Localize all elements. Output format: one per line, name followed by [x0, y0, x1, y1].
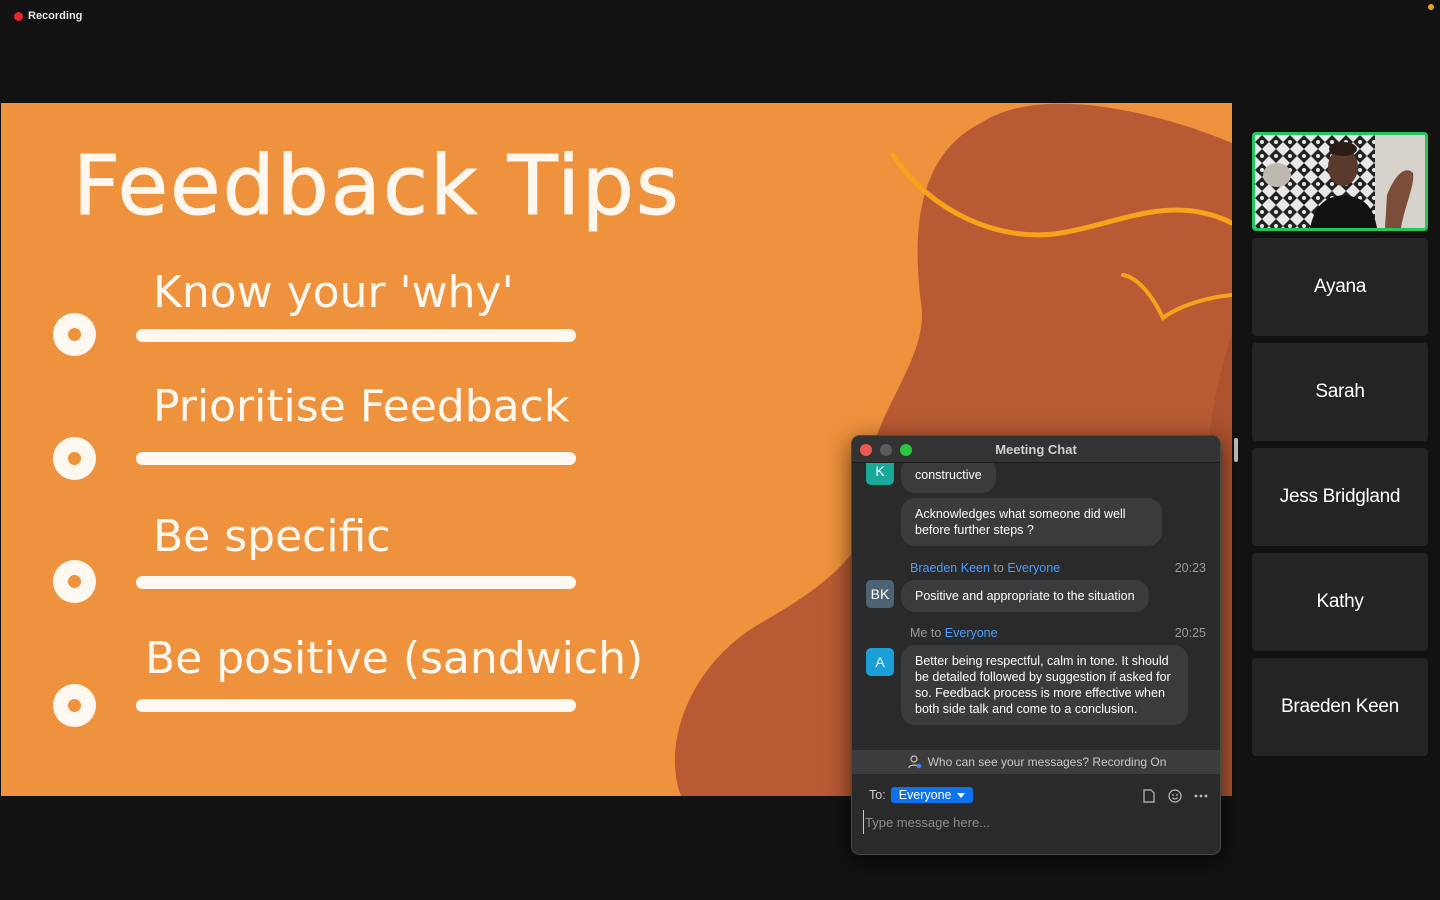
participant-tile-braeden-keen[interactable]: Braeden Keen [1252, 658, 1428, 756]
to-word: to [993, 561, 1004, 575]
chat-message: Acknowledges what someone did well befor… [901, 498, 1162, 546]
chat-titlebar[interactable]: Meeting Chat [852, 436, 1220, 463]
chevron-down-icon [956, 792, 965, 798]
close-window-icon[interactable] [860, 444, 872, 456]
privacy-notice[interactable]: Who can see your messages? Recording On [852, 750, 1220, 774]
message-header: Me to Everyone [910, 626, 998, 640]
to-label: To: [869, 788, 886, 802]
avatar: A [866, 648, 894, 676]
participant-tile-sarah[interactable]: Sarah [1252, 343, 1428, 441]
person-icon [907, 755, 921, 769]
tip-1-text: Know your 'why' [153, 267, 514, 318]
recipient-row: To: Everyone [869, 787, 973, 803]
message-header: Braeden Keen to Everyone [910, 561, 1060, 575]
compose-toolbar [1141, 788, 1208, 803]
meeting-chat-window: Meeting Chat K constructive Acknowledges… [851, 435, 1221, 855]
participant-tile-jess-bridgland[interactable]: Jess Bridgland [1252, 448, 1428, 546]
recording-dot-icon [14, 11, 23, 21]
mic-activity-dot-icon [1428, 4, 1434, 10]
message-time: 20:25 [1174, 626, 1206, 640]
recipient-name[interactable]: Everyone [945, 626, 998, 640]
chat-title: Meeting Chat [995, 441, 1077, 457]
recipient-name[interactable]: Everyone [1007, 561, 1060, 575]
chat-message: Better being respectful, calm in tone. I… [901, 645, 1188, 725]
chat-message: constructive [901, 463, 996, 493]
camera-feed-image [1255, 135, 1425, 228]
minimize-window-icon[interactable] [880, 444, 892, 456]
message-time: 20:23 [1174, 561, 1206, 575]
more-options-icon[interactable] [1193, 788, 1208, 803]
slide-title: Feedback Tips [73, 139, 681, 235]
avatar: BK [866, 580, 894, 608]
recipient-dropdown-value: Everyone [898, 788, 952, 802]
message-input[interactable] [863, 810, 1203, 834]
sender-name[interactable]: Braeden Keen [910, 561, 990, 575]
chat-compose: To: Everyone [852, 774, 1220, 854]
tip-2-text: Prioritise Feedback [153, 381, 570, 432]
tip-1-underline [136, 329, 576, 342]
tip-3-underline [136, 576, 576, 589]
chat-message: Positive and appropriate to the situatio… [901, 580, 1149, 612]
participant-tile-kathy[interactable]: Kathy [1252, 553, 1428, 651]
tip-4-bullet-icon [53, 684, 96, 727]
panel-resize-handle[interactable] [1234, 438, 1238, 462]
tip-4-underline [136, 699, 576, 712]
self-video-tile[interactable] [1252, 132, 1428, 231]
tip-2-bullet-icon [53, 437, 96, 480]
tip-2-underline [136, 452, 576, 465]
tip-4-text: Be positive (sandwich) [145, 633, 644, 684]
avatar: K [866, 463, 894, 485]
recording-label: Recording [28, 10, 83, 22]
participant-tile-ayana[interactable]: Ayana [1252, 238, 1428, 336]
tip-3-text: Be specific [153, 511, 391, 562]
recording-indicator: Recording [14, 10, 82, 22]
file-icon[interactable] [1141, 788, 1156, 803]
maximize-window-icon[interactable] [900, 444, 912, 456]
sender-name: Me [910, 626, 928, 640]
recipient-dropdown[interactable]: Everyone [890, 787, 973, 803]
tip-1-bullet-icon [53, 313, 96, 356]
to-word: to [930, 626, 942, 640]
tip-3-bullet-icon [53, 560, 96, 603]
privacy-text: Who can see your messages? Recording On [927, 755, 1167, 769]
emoji-icon[interactable] [1167, 788, 1182, 803]
chat-messages[interactable]: K constructive Acknowledges what someone… [852, 463, 1220, 750]
